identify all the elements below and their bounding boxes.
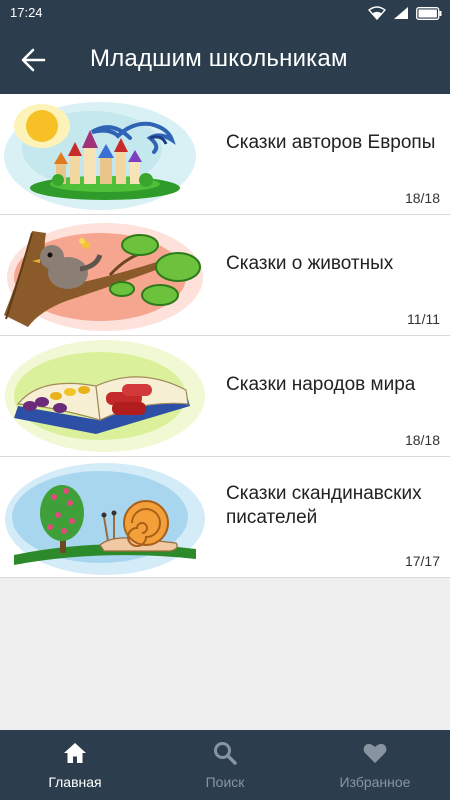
item-count: 11/11 xyxy=(407,311,440,327)
castle-bird-illustration xyxy=(4,102,196,210)
tab-favorites[interactable]: Избранное xyxy=(300,730,450,800)
signal-icon xyxy=(394,7,408,19)
bottom-navigation: Главная Поиск Избранное xyxy=(0,730,450,800)
status-time: 17:24 xyxy=(10,5,43,20)
tab-favorites-label: Избранное xyxy=(339,774,411,790)
status-bar: 17:24 xyxy=(0,0,450,26)
tab-home[interactable]: Главная xyxy=(0,730,150,800)
arrow-left-icon xyxy=(21,48,46,72)
battery-icon xyxy=(416,6,442,20)
app-bar: Младшим школьникам xyxy=(0,26,450,94)
item-count: 17/17 xyxy=(404,553,440,569)
item-title: Сказки народов мира xyxy=(226,374,416,395)
list-item[interactable]: Сказки о животных 11/11 xyxy=(0,215,450,336)
item-title: Сказки авторов Европы xyxy=(226,132,436,153)
category-list: Сказки авторов Европы 18/18 Сказки о жив… xyxy=(0,94,450,578)
search-icon xyxy=(214,742,237,765)
item-title: Сказки скандинавских писателей xyxy=(226,483,422,528)
tab-home-label: Главная xyxy=(48,774,102,790)
item-count: 18/18 xyxy=(404,190,440,206)
item-title: Сказки о животных xyxy=(226,253,394,274)
list-item[interactable]: Сказки авторов Европы 18/18 xyxy=(0,94,450,215)
wifi-icon xyxy=(368,6,386,20)
tab-search-label: Поиск xyxy=(205,774,245,790)
snail-bush-illustration xyxy=(5,463,205,575)
back-button[interactable] xyxy=(14,42,54,78)
open-book-illustration xyxy=(5,340,205,452)
bird-on-branch-illustration xyxy=(4,223,203,331)
item-count: 18/18 xyxy=(404,432,440,448)
list-item[interactable]: Сказки скандинавских писателей 17/17 xyxy=(0,457,450,578)
heart-icon xyxy=(363,743,387,763)
tab-search[interactable]: Поиск xyxy=(150,730,300,800)
list-item[interactable]: Сказки народов мира 18/18 xyxy=(0,336,450,457)
home-icon xyxy=(64,743,86,763)
page-title: Младшим школьникам xyxy=(90,45,348,72)
